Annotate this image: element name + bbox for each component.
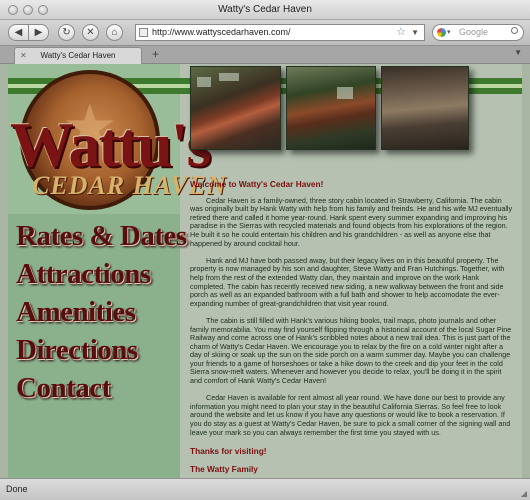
home-icon: ⌂: [111, 27, 118, 38]
search-engine-icon[interactable]: [437, 28, 446, 37]
thanks-text: Thanks for visiting!: [190, 446, 267, 457]
reload-icon: ↻: [62, 27, 71, 38]
rental-paragraph: Cedar Haven is available for rent almost…: [190, 393, 511, 437]
cabin-deck-photo: [286, 66, 376, 150]
search-input[interactable]: ▾ Google: [432, 24, 524, 41]
web-page: ★ Wattu's CEDAR HAVEN Rates & Dates Attr…: [0, 64, 530, 478]
welcome-heading: Welcome to Watty's Cedar Haven!: [190, 179, 324, 189]
resize-grip-icon[interactable]: ◢: [521, 489, 527, 498]
signature-text: The Watty Family: [190, 463, 258, 474]
status-bar: Done ◢: [0, 478, 530, 500]
stop-icon: ✕: [86, 27, 95, 38]
tab-bar: ✕ Watty's Cedar Haven + ▼: [0, 46, 530, 64]
window-title: Watty's Cedar Haven: [218, 4, 312, 15]
forward-arrow-icon: ▶: [34, 27, 43, 38]
nav-link-contact[interactable]: Contact: [16, 372, 111, 405]
site-favicon-icon: [139, 28, 148, 37]
nav-link-rates-dates[interactable]: Rates & Dates: [16, 220, 187, 253]
search-engine-dropdown-icon[interactable]: ▾: [447, 25, 451, 40]
tab-wattys-cedar-haven[interactable]: ✕ Watty's Cedar Haven: [14, 47, 142, 64]
window-titlebar: Watty's Cedar Haven: [0, 0, 530, 20]
url-input[interactable]: http://www.wattyscedarhaven.com/ ☆ ▼: [135, 24, 425, 41]
status-text: Done: [6, 484, 28, 494]
new-tab-button[interactable]: +: [152, 47, 159, 62]
stone-fireplace-photo: [381, 66, 469, 150]
back-arrow-icon: ◀: [14, 27, 23, 38]
back-button[interactable]: ◀: [8, 24, 29, 41]
nav-link-amenities[interactable]: Amenities: [16, 296, 136, 329]
magnifier-icon[interactable]: [511, 27, 518, 34]
stop-button[interactable]: ✕: [82, 24, 99, 41]
main-content: Welcome to Watty's Cedar Haven! Cedar Ha…: [190, 180, 515, 473]
forward-button[interactable]: ▶: [28, 24, 49, 41]
nav-link-attractions[interactable]: Attractions: [16, 258, 151, 291]
browser-toolbar: ◀ ▶ ↻ ✕ ⌂ http://www.wattyscedarhaven.co…: [0, 20, 530, 46]
tab-label: Watty's Cedar Haven: [40, 51, 116, 60]
nav-link-directions[interactable]: Directions: [16, 334, 138, 367]
reload-button[interactable]: ↻: [58, 24, 75, 41]
close-tab-icon[interactable]: ✕: [20, 48, 27, 63]
url-history-dropdown-icon[interactable]: ▼: [411, 25, 419, 40]
legacy-paragraph: Hank and MJ have both passed away, but t…: [190, 255, 505, 308]
charm-paragraph: The cabin is still filled with Hank's va…: [190, 315, 512, 386]
home-button[interactable]: ⌂: [106, 24, 123, 41]
search-placeholder: Google: [459, 27, 489, 37]
cabin-exterior-photo: [190, 66, 281, 150]
url-text: http://www.wattyscedarhaven.com/: [152, 27, 291, 37]
bookmark-star-icon[interactable]: ☆: [396, 25, 406, 40]
tab-list-icon[interactable]: ▼: [514, 48, 522, 57]
intro-paragraph: Cedar Haven is a family-owned, three sto…: [190, 195, 513, 248]
